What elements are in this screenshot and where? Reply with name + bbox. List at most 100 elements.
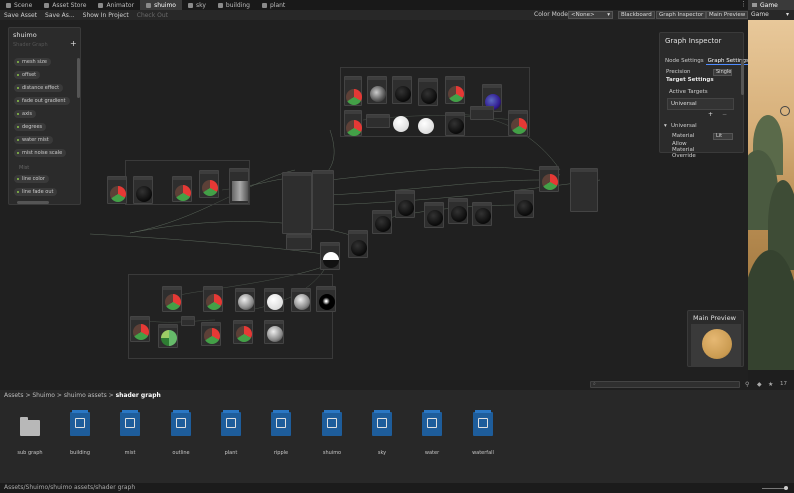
game-display-dropdown[interactable]: Game ▾ (748, 10, 794, 20)
graph-node[interactable] (181, 316, 195, 326)
tab-building[interactable]: building (212, 0, 256, 10)
material-dropdown[interactable]: Lit (713, 133, 733, 140)
star-icon[interactable]: ★ (768, 381, 773, 388)
tab-animator[interactable]: Animator (92, 0, 140, 10)
blackboard-toggle-button[interactable]: Blackboard (618, 11, 655, 19)
graph-node[interactable] (158, 324, 178, 348)
tab-asset-store[interactable]: Asset Store (38, 0, 92, 10)
graph-node[interactable] (320, 242, 340, 270)
graph-node[interactable] (395, 190, 415, 218)
blackboard-property[interactable]: water mist (14, 136, 53, 144)
color-mode-dropdown[interactable]: <None> ▾ (568, 11, 613, 19)
graph-node[interactable] (367, 76, 387, 104)
filter-icon[interactable]: ⚲ (745, 381, 749, 388)
asset-item[interactable]: mist (110, 410, 150, 460)
asset-item[interactable]: shuimo (312, 410, 352, 460)
label-icon[interactable]: ◆ (757, 381, 762, 388)
more-options-icon[interactable]: ⋮ (740, 0, 747, 8)
breadcrumb-item[interactable]: shader graph (116, 392, 161, 399)
graph-node[interactable] (470, 106, 494, 120)
breadcrumb-item[interactable]: Assets (4, 392, 24, 399)
tab-graph-settings[interactable]: Graph Settings (705, 57, 751, 65)
asset-item[interactable]: sub graph (10, 410, 50, 460)
tab-sky[interactable]: sky (182, 0, 212, 10)
blackboard-property[interactable]: line fade out (14, 188, 58, 196)
graph-node[interactable] (448, 198, 468, 224)
asset-item[interactable]: water (412, 410, 452, 460)
graph-node[interactable] (233, 320, 253, 344)
graph-node[interactable] (229, 168, 249, 204)
shader-graph-canvas[interactable] (0, 20, 748, 380)
breadcrumb-item[interactable]: shuimo assets (64, 392, 107, 399)
graph-node[interactable] (445, 112, 465, 136)
graph-node[interactable] (282, 172, 312, 234)
graph-node[interactable] (418, 78, 438, 106)
graph-node[interactable] (130, 316, 150, 342)
graph-node[interactable] (172, 176, 192, 202)
add-target-button[interactable]: + (708, 111, 713, 118)
check-out-button[interactable]: Check Out (133, 12, 172, 19)
universal-section-heading[interactable]: Universal (671, 123, 697, 129)
tab-plant[interactable]: plant (256, 0, 291, 10)
asset-item[interactable]: plant (211, 410, 251, 460)
blackboard-property[interactable]: degrees (14, 123, 47, 131)
graph-node[interactable] (424, 202, 444, 228)
asset-item[interactable]: waterfall (463, 410, 503, 460)
remove-target-button[interactable]: − (722, 111, 727, 118)
foldout-arrow-icon[interactable]: ▾ (664, 123, 667, 129)
graph-node[interactable] (366, 114, 390, 128)
graph-node[interactable] (235, 288, 255, 312)
graph-node[interactable] (344, 110, 362, 136)
save-asset-button[interactable]: Save Asset (0, 12, 41, 19)
graph-node[interactable] (344, 76, 362, 106)
blackboard-property[interactable]: axis (14, 110, 37, 118)
blackboard-property[interactable]: offset (14, 71, 41, 79)
asset-item[interactable]: building (60, 410, 100, 460)
asset-item[interactable]: ripple (261, 410, 301, 460)
vertical-scrollbar[interactable] (741, 59, 744, 95)
blackboard-category[interactable]: Mist (19, 165, 29, 171)
blackboard-property[interactable]: distance effect (14, 84, 64, 92)
blackboard-property[interactable]: mesh size (14, 58, 52, 66)
graph-node[interactable] (472, 202, 492, 226)
graph-node[interactable] (372, 210, 392, 234)
horizontal-scrollbar[interactable] (17, 201, 49, 204)
graph-node[interactable] (291, 288, 311, 312)
tab-scene[interactable]: Scene (0, 0, 38, 10)
tab-node-settings[interactable]: Node Settings (663, 57, 706, 65)
graph-node[interactable] (312, 170, 334, 230)
main-preview-panel[interactable]: Main Preview (687, 310, 744, 367)
tab-game[interactable]: Game (748, 0, 794, 10)
blackboard-property[interactable]: line color (14, 175, 49, 183)
active-targets-list[interactable]: Universal (667, 98, 734, 110)
blackboard-panel[interactable]: shuimo Shader Graph + mesh size offset d… (8, 27, 81, 205)
vertical-scrollbar[interactable] (77, 58, 80, 98)
blackboard-property[interactable]: fade out gradient (14, 97, 70, 105)
save-as-button[interactable]: Save As... (41, 12, 79, 19)
graph-node[interactable] (162, 286, 182, 312)
graph-node[interactable] (539, 166, 559, 192)
graph-node[interactable] (392, 76, 412, 104)
main-preview-toggle-button[interactable]: Main Preview (706, 11, 749, 19)
graph-node[interactable] (264, 320, 284, 344)
precision-dropdown[interactable]: Single (713, 69, 732, 76)
breadcrumb-item[interactable]: Shuimo (32, 392, 55, 399)
game-view[interactable] (748, 20, 794, 370)
add-property-icon[interactable]: + (70, 39, 77, 48)
graph-node[interactable] (508, 110, 528, 136)
graph-inspector-toggle-button[interactable]: Graph Inspector (656, 11, 707, 19)
preview-viewport[interactable] (691, 324, 741, 366)
graph-inspector-panel[interactable]: Graph Inspector Node Settings Graph Sett… (659, 32, 751, 159)
graph-node[interactable] (201, 322, 221, 346)
slider-handle[interactable] (784, 486, 788, 490)
graph-node[interactable] (445, 76, 465, 104)
graph-node[interactable] (316, 286, 336, 312)
graph-node[interactable] (203, 286, 223, 312)
show-in-project-button[interactable]: Show In Project (79, 12, 133, 19)
graph-node[interactable] (514, 190, 534, 218)
blackboard-property[interactable]: mist noise scale (14, 149, 67, 157)
graph-node[interactable] (107, 176, 127, 204)
asset-item[interactable]: sky (362, 410, 402, 460)
graph-node[interactable] (570, 168, 598, 212)
asset-item[interactable]: outline (161, 410, 201, 460)
